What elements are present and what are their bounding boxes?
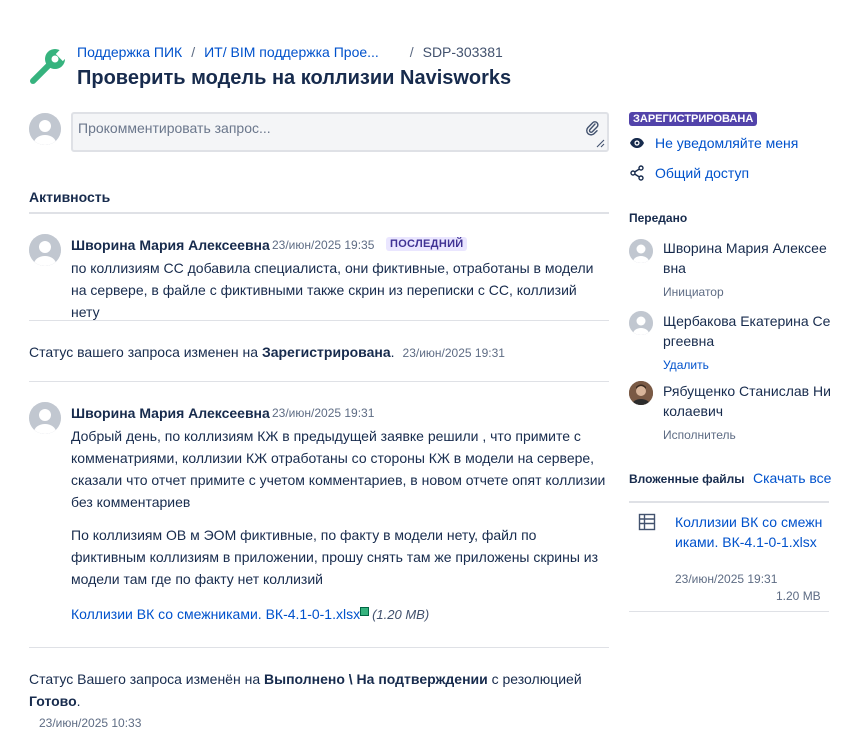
comment-timestamp: 23/июн/2025 19:31 bbox=[272, 406, 375, 420]
latest-badge: ПОСЛЕДНИЙ bbox=[386, 237, 468, 251]
breadcrumb-issue-key: SDP-303381 bbox=[422, 44, 503, 60]
breadcrumb-separator: / bbox=[191, 44, 196, 60]
breadcrumb-separator bbox=[388, 44, 392, 60]
participant-name: Щербакова Екатерина Сергеевна bbox=[663, 313, 831, 349]
activity-separator bbox=[29, 381, 609, 382]
default-avatar-icon bbox=[29, 234, 61, 266]
notify-label: Не уведомляйте меня bbox=[655, 135, 799, 151]
status-change-value: Зарегистрирована bbox=[261, 344, 391, 360]
comment-author: Шворина Мария Алексеевна bbox=[71, 405, 270, 421]
project-wrench-icon bbox=[30, 46, 69, 84]
share-label: Общий доступ bbox=[655, 165, 750, 181]
participant-role: Инициатор bbox=[663, 285, 724, 299]
breadcrumb-separator: / bbox=[409, 44, 414, 60]
eye-icon bbox=[630, 138, 644, 148]
status-change-timestamp: 23/июн/2025 19:31 bbox=[402, 346, 505, 360]
participant-name: Шворина Мария Алексеевна bbox=[663, 240, 827, 276]
status-change-resolution: Готово bbox=[29, 693, 77, 709]
comment-body-paragraph: Добрый день, по коллизиям КЖ в предыдуще… bbox=[71, 428, 606, 510]
author-avatar bbox=[29, 234, 61, 266]
spreadsheet-mini-icon bbox=[360, 607, 370, 616]
download-all-link[interactable]: Скачать все bbox=[753, 470, 831, 486]
attachment-size: 1.20 MB bbox=[776, 589, 821, 603]
comment-body: по коллизиям СС добавила специалиста, он… bbox=[71, 260, 594, 320]
comment-attachment: Коллизии ВК со смежниками. ВК-4.1-0-1.xl… bbox=[71, 606, 429, 622]
default-avatar-icon bbox=[29, 113, 61, 145]
comment-placeholder: Прокомментировать запрос... bbox=[78, 120, 271, 136]
attachment-size: (1.20 MB) bbox=[372, 607, 430, 622]
status-change-timestamp: 23/июн/2025 10:33 bbox=[39, 716, 142, 730]
attachment-link[interactable]: Коллизии ВК со смежниками. ВК-4.1-0-1.xl… bbox=[71, 606, 360, 622]
breadcrumb: Поддержка ПИК / ИТ/ BIM поддержка Прое... … bbox=[77, 44, 503, 60]
participant-name: Рябущенко Станислав Николаевич bbox=[663, 383, 831, 419]
participant-avatar bbox=[629, 311, 653, 335]
request-status-lozenge: ЗАРЕГИСТРИРОВАНА bbox=[629, 112, 758, 126]
status-change-text: с резолюцией bbox=[487, 671, 582, 687]
comment-author: Шворина Мария Алексеевна bbox=[71, 237, 270, 253]
notify-toggle[interactable]: Не уведомляйте меня bbox=[629, 135, 798, 151]
author-avatar bbox=[29, 402, 61, 434]
attachment-file-link[interactable]: Коллизии ВК со смежниками. ВК-4.1-0-1.xl… bbox=[675, 512, 825, 552]
participant-avatar bbox=[629, 239, 653, 263]
spreadsheet-icon bbox=[638, 513, 656, 531]
default-avatar-icon bbox=[29, 402, 61, 434]
page-title: Проверить модель на коллизии Navisworks bbox=[77, 67, 512, 89]
status-change-value: Выполнено \ На подтверждении bbox=[264, 671, 488, 687]
attachments-divider bbox=[629, 501, 829, 503]
status-change-suffix: . bbox=[390, 344, 395, 360]
breadcrumb-project[interactable]: Поддержка ПИК bbox=[77, 44, 182, 60]
attachments-bottom-divider bbox=[629, 611, 829, 612]
default-avatar-icon bbox=[629, 311, 653, 335]
activity-divider bbox=[29, 212, 609, 214]
activity-separator bbox=[29, 647, 609, 648]
breadcrumb-portal[interactable]: ИТ/ BIM поддержка Прое... bbox=[204, 44, 379, 60]
activity-heading: Активность bbox=[29, 189, 111, 205]
comment-body-paragraph: По коллизиям ОВ м ЭОМ фиктивные, по факт… bbox=[71, 527, 599, 587]
attachments-heading: Вложенные файлы bbox=[629, 472, 745, 486]
status-change-text: Статус вашего запроса изменен на bbox=[29, 344, 262, 360]
paperclip-icon[interactable] bbox=[585, 120, 599, 136]
shared-with-heading: Передано bbox=[629, 211, 688, 225]
share-action[interactable]: Общий доступ bbox=[629, 165, 749, 181]
default-avatar-icon bbox=[629, 239, 653, 263]
share-icon bbox=[630, 165, 644, 181]
status-change-text: Статус Вашего запроса изменён на bbox=[29, 671, 264, 687]
participant-avatar-photo bbox=[629, 381, 653, 405]
participant-role: Исполнитель bbox=[663, 428, 736, 442]
status-change-entry: Статус вашего запроса изменен на Зарегис… bbox=[29, 341, 505, 364]
resize-grip-icon[interactable] bbox=[595, 138, 605, 148]
status-change-entry: Статус Вашего запроса изменён на Выполне… bbox=[29, 668, 609, 712]
status-change-suffix: . bbox=[76, 693, 81, 709]
comment-input[interactable]: Прокомментировать запрос... bbox=[71, 112, 609, 152]
comment-timestamp: 23/июн/2025 19:35 bbox=[272, 238, 375, 252]
activity-separator bbox=[29, 320, 609, 321]
user-photo-icon bbox=[629, 381, 653, 405]
attachment-date: 23/июн/2025 19:31 bbox=[675, 572, 778, 586]
remove-participant-link[interactable]: Удалить bbox=[663, 358, 709, 372]
current-user-avatar bbox=[29, 113, 61, 145]
